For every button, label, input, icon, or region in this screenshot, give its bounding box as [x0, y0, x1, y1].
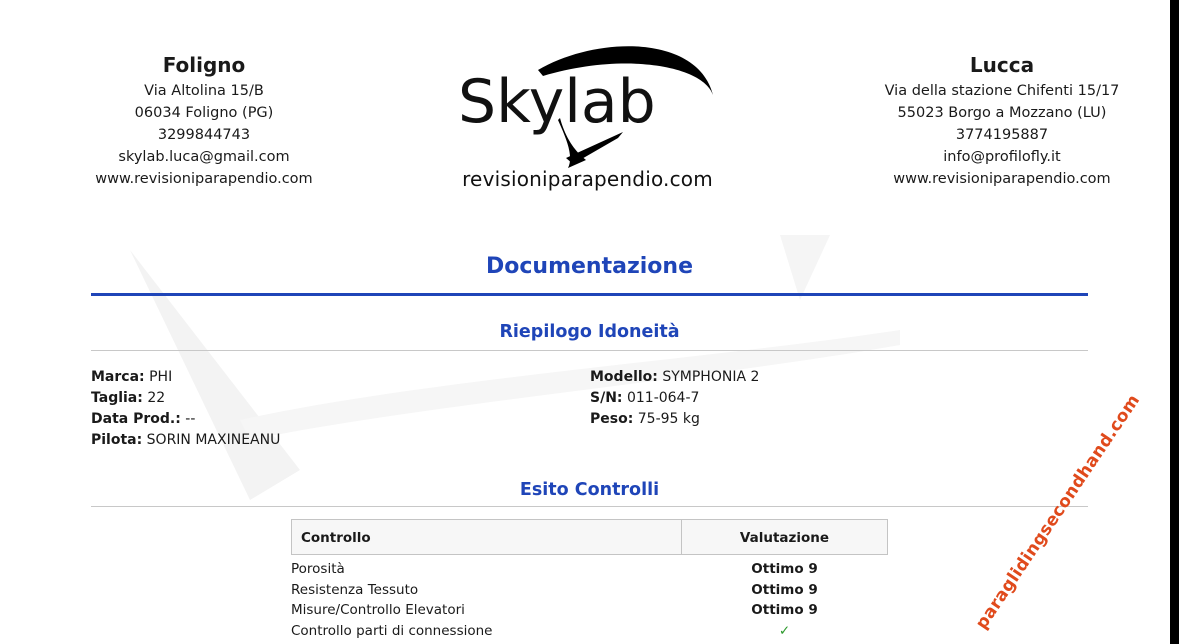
field-model: Modello: SYMPHONIA 2	[590, 367, 759, 388]
checks-divider	[91, 506, 1088, 507]
office-city: Foligno	[162, 53, 246, 77]
checks-section-title: Esito Controlli	[519, 480, 660, 500]
field-label: Taglia:	[91, 390, 143, 406]
field-label: Marca:	[91, 369, 145, 385]
fields-left-column: Marca: PHI Taglia: 22 Data Prod.: -- Pil…	[91, 367, 280, 451]
logo-brand-text: Skylab	[458, 67, 656, 137]
field-pilot: Pilota: SORIN MAXINEANU	[91, 430, 280, 451]
column-header-control: Controllo	[292, 520, 682, 554]
table-row: Porosità Ottimo 9	[291, 559, 888, 580]
document-page: Foligno Via Altolina 15/B 06034 Foligno …	[0, 0, 1170, 644]
field-value: 22	[147, 390, 166, 406]
office-email: info@profilofly.it	[943, 149, 1061, 165]
column-header-rating: Valutazione	[739, 530, 830, 546]
office-phone: 3299844743	[157, 127, 251, 143]
control-name: Resistenza Tessuto	[291, 581, 419, 598]
field-value: 011-064-7	[626, 390, 700, 406]
checks-table-body: Porosità Ottimo 9 Resistenza Tessuto Ott…	[291, 559, 888, 641]
field-serial-number: S/N: 011-064-7	[590, 388, 759, 409]
field-brand: Marca: PHI	[91, 367, 280, 388]
field-size: Taglia: 22	[91, 388, 280, 409]
office-website: www.revisioniparapendio.com	[893, 171, 1111, 187]
table-row: Controllo parti di connessione ✓	[291, 621, 888, 642]
office-lucca: Lucca Via della stazione Chifenti 15/17 …	[872, 52, 1132, 190]
office-phone: 3774195887	[955, 127, 1049, 143]
office-address: Via della stazione Chifenti 15/17	[884, 83, 1120, 99]
field-label: Peso:	[590, 411, 634, 427]
table-row: Misure/Controllo Elevatori Ottimo 9	[291, 600, 888, 621]
field-label: Modello:	[590, 369, 658, 385]
summary-section-title: Riepilogo Idoneità	[499, 322, 680, 342]
field-label: S/N:	[590, 390, 623, 406]
control-rating: Ottimo 9	[751, 602, 818, 618]
document-title: Documentazione	[486, 254, 693, 279]
field-weight: Peso: 75-95 kg	[590, 409, 759, 430]
field-value: --	[185, 411, 196, 427]
field-value: 75-95 kg	[637, 411, 700, 427]
checks-table-header: Controllo Valutazione	[291, 519, 888, 555]
control-rating: Ottimo 9	[751, 561, 818, 577]
page-edge	[1170, 0, 1179, 644]
office-website: www.revisioniparapendio.com	[95, 171, 313, 187]
field-value: SYMPHONIA 2	[662, 369, 760, 385]
site-watermark: paraglidingsecondhand.com	[971, 390, 1145, 634]
field-label: Data Prod.:	[91, 411, 181, 427]
office-foligno: Foligno Via Altolina 15/B 06034 Foligno …	[84, 52, 324, 190]
control-rating: Ottimo 9	[751, 581, 818, 598]
control-name: Porosità	[291, 561, 345, 577]
field-value: PHI	[149, 369, 173, 385]
title-divider	[91, 293, 1088, 296]
office-postal: 55023 Borgo a Mozzano (LU)	[897, 105, 1107, 121]
fields-right-column: Modello: SYMPHONIA 2 S/N: 011-064-7 Peso…	[590, 367, 759, 430]
field-production-date: Data Prod.: --	[91, 409, 280, 430]
logo-website: revisioniparapendio.com	[462, 167, 713, 191]
office-postal: 06034 Foligno (PG)	[134, 105, 274, 121]
office-email: skylab.luca@gmail.com	[118, 149, 290, 165]
field-value: SORIN MAXINEANU	[146, 432, 281, 448]
control-name: Controllo parti di connessione	[291, 622, 493, 639]
field-label: Pilota:	[91, 432, 143, 448]
check-icon: ✓	[778, 622, 791, 639]
office-address: Via Altolina 15/B	[144, 83, 264, 99]
summary-divider	[91, 350, 1088, 351]
office-city: Lucca	[969, 53, 1035, 77]
table-row: Resistenza Tessuto Ottimo 9	[291, 580, 888, 601]
control-name: Misure/Controllo Elevatori	[291, 602, 465, 618]
